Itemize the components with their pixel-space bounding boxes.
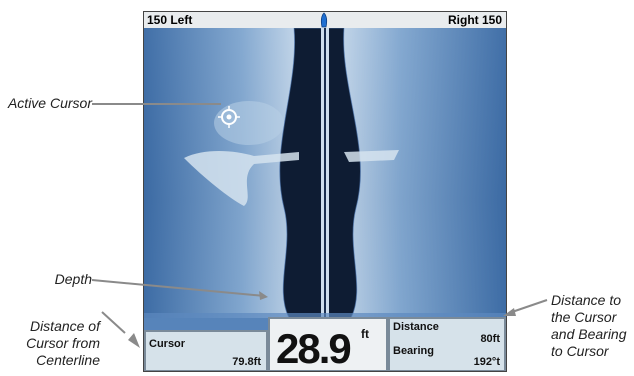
callout-active-cursor: Active Cursor [7,95,92,111]
callout-distance-from-centerline: Distance of Cursor from Centerline [26,318,100,368]
callout-distance-and-bearing: Distance to the Cursor and Bearing to Cu… [551,292,627,359]
callout-depth: Depth [54,271,92,287]
